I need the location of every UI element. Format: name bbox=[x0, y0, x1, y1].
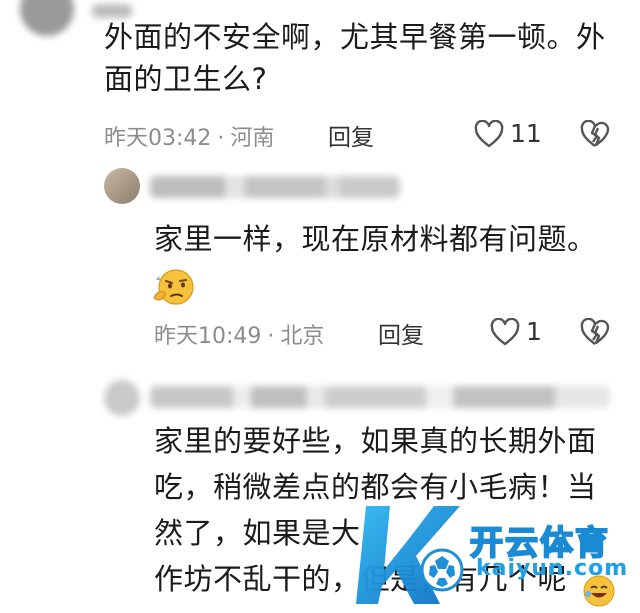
comment-time: 昨天10:49 bbox=[154, 324, 262, 349]
like-button[interactable] bbox=[490, 318, 520, 350]
meta-separator: · bbox=[217, 126, 225, 151]
avatar[interactable] bbox=[104, 168, 140, 204]
comment-time: 昨天03:42 bbox=[104, 126, 212, 151]
comment-location: 河南 bbox=[230, 126, 275, 151]
watermark-logo-icon bbox=[356, 500, 474, 613]
like-count: 11 bbox=[510, 119, 542, 148]
reply-button[interactable]: 回复 bbox=[378, 316, 424, 350]
emoji-thinking-icon bbox=[150, 268, 196, 312]
avatar[interactable] bbox=[20, 0, 74, 36]
comment-text: 外面的不安全啊，尤其早餐第一顿。外 面的卫生么? bbox=[104, 16, 624, 100]
comment-text: 家里一样，现在原材料都有问题。 bbox=[154, 222, 597, 256]
heart-icon bbox=[474, 120, 504, 148]
username-blurred[interactable] bbox=[150, 386, 610, 408]
reply-button[interactable]: 回复 bbox=[328, 118, 374, 152]
broken-heart-icon bbox=[580, 318, 610, 346]
dislike-button[interactable] bbox=[580, 318, 610, 350]
comment-text-line: 外面的不安全啊，尤其早餐第一顿。外 bbox=[104, 20, 606, 54]
heart-icon bbox=[490, 318, 520, 346]
comment-location: 北京 bbox=[280, 324, 325, 349]
comment-meta: 昨天10:49 · 北京 bbox=[154, 318, 324, 350]
avatar[interactable] bbox=[104, 380, 140, 416]
broken-heart-icon bbox=[580, 120, 610, 148]
like-button[interactable] bbox=[474, 120, 504, 152]
comment-text-line: 面的卫生么? bbox=[104, 62, 268, 96]
watermark-brand-en: kaiyun.com bbox=[476, 556, 629, 581]
meta-separator: · bbox=[267, 324, 275, 349]
comment-meta: 昨天03:42 · 河南 bbox=[104, 120, 274, 152]
like-count: 1 bbox=[526, 317, 542, 346]
dislike-button[interactable] bbox=[580, 120, 610, 152]
username-blurred[interactable] bbox=[150, 176, 400, 198]
comment-text-line: 家里的要好些，如果真的长期外面 bbox=[154, 424, 597, 458]
